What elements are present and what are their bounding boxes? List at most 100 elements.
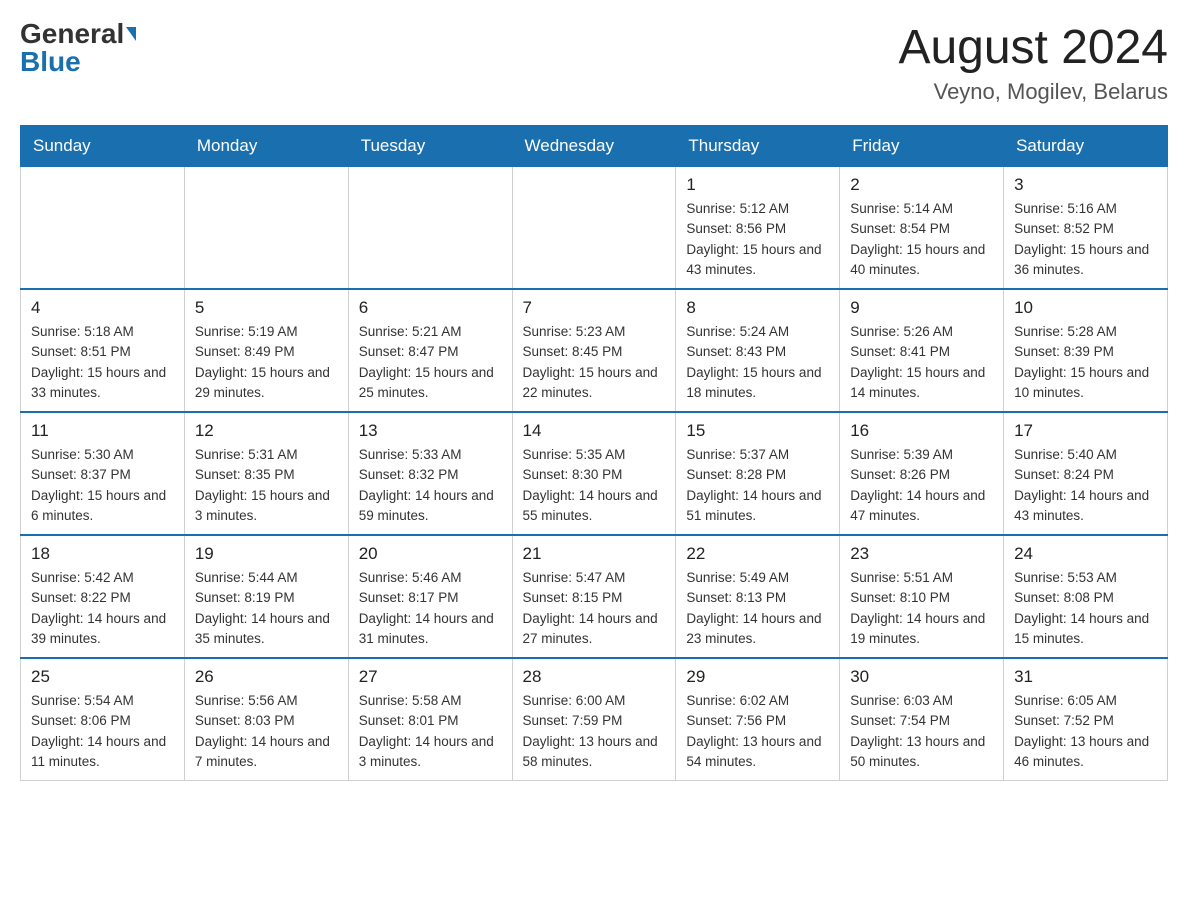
table-row (21, 167, 185, 290)
header-monday: Monday (184, 126, 348, 167)
day-info: Sunrise: 5:23 AMSunset: 8:45 PMDaylight:… (523, 322, 666, 403)
day-info: Sunrise: 5:18 AMSunset: 8:51 PMDaylight:… (31, 322, 174, 403)
table-row: 9 Sunrise: 5:26 AMSunset: 8:41 PMDaylight… (840, 289, 1004, 412)
day-info: Sunrise: 5:28 AMSunset: 8:39 PMDaylight:… (1014, 322, 1157, 403)
day-info: Sunrise: 5:54 AMSunset: 8:06 PMDaylight:… (31, 691, 174, 772)
table-row: 4 Sunrise: 5:18 AMSunset: 8:51 PMDaylight… (21, 289, 185, 412)
day-number: 21 (523, 544, 666, 564)
calendar-subtitle: Veyno, Mogilev, Belarus (898, 79, 1168, 105)
table-row: 2 Sunrise: 5:14 AMSunset: 8:54 PMDaylight… (840, 167, 1004, 290)
table-row (184, 167, 348, 290)
table-row: 26 Sunrise: 5:56 AMSunset: 8:03 PMDayligh… (184, 658, 348, 781)
table-row: 3 Sunrise: 5:16 AMSunset: 8:52 PMDaylight… (1004, 167, 1168, 290)
day-info: Sunrise: 5:21 AMSunset: 8:47 PMDaylight:… (359, 322, 502, 403)
table-row: 1 Sunrise: 5:12 AMSunset: 8:56 PMDaylight… (676, 167, 840, 290)
title-block: August 2024 Veyno, Mogilev, Belarus (898, 20, 1168, 105)
day-number: 24 (1014, 544, 1157, 564)
table-row: 23Sunrise: 5:51 AMSunset: 8:10 PMDayligh… (840, 535, 1004, 658)
table-row: 25 Sunrise: 5:54 AMSunset: 8:06 PMDayligh… (21, 658, 185, 781)
day-number: 13 (359, 421, 502, 441)
day-info: Sunrise: 5:35 AMSunset: 8:30 PMDaylight:… (523, 445, 666, 526)
table-row: 13 Sunrise: 5:33 AMSunset: 8:32 PMDayligh… (348, 412, 512, 535)
table-row: 6 Sunrise: 5:21 AMSunset: 8:47 PMDaylight… (348, 289, 512, 412)
page-header: General Blue August 2024 Veyno, Mogilev,… (20, 20, 1168, 105)
calendar-week-row: 18 Sunrise: 5:42 AMSunset: 8:22 PMDayligh… (21, 535, 1168, 658)
day-info: Sunrise: 5:14 AMSunset: 8:54 PMDaylight:… (850, 199, 993, 280)
day-number: 3 (1014, 175, 1157, 195)
day-info: Sunrise: 5:37 AMSunset: 8:28 PMDaylight:… (686, 445, 829, 526)
calendar-week-row: 25 Sunrise: 5:54 AMSunset: 8:06 PMDayligh… (21, 658, 1168, 781)
day-info: Sunrise: 5:58 AMSunset: 8:01 PMDaylight:… (359, 691, 502, 772)
header-thursday: Thursday (676, 126, 840, 167)
day-number: 17 (1014, 421, 1157, 441)
day-info: Sunrise: 5:33 AMSunset: 8:32 PMDaylight:… (359, 445, 502, 526)
day-number: 9 (850, 298, 993, 318)
day-number: 27 (359, 667, 502, 687)
table-row: 15Sunrise: 5:37 AMSunset: 8:28 PMDayligh… (676, 412, 840, 535)
day-info: Sunrise: 5:53 AMSunset: 8:08 PMDaylight:… (1014, 568, 1157, 649)
day-number: 12 (195, 421, 338, 441)
day-number: 25 (31, 667, 174, 687)
table-row: 30Sunrise: 6:03 AMSunset: 7:54 PMDayligh… (840, 658, 1004, 781)
table-row: 17 Sunrise: 5:40 AMSunset: 8:24 PMDayligh… (1004, 412, 1168, 535)
day-number: 30 (850, 667, 993, 687)
day-info: Sunrise: 5:26 AMSunset: 8:41 PMDaylight:… (850, 322, 993, 403)
table-row: 20Sunrise: 5:46 AMSunset: 8:17 PMDayligh… (348, 535, 512, 658)
day-number: 19 (195, 544, 338, 564)
table-row: 19 Sunrise: 5:44 AMSunset: 8:19 PMDayligh… (184, 535, 348, 658)
day-number: 16 (850, 421, 993, 441)
table-row: 10Sunrise: 5:28 AMSunset: 8:39 PMDayligh… (1004, 289, 1168, 412)
day-info: Sunrise: 5:42 AMSunset: 8:22 PMDaylight:… (31, 568, 174, 649)
day-number: 11 (31, 421, 174, 441)
table-row: 24 Sunrise: 5:53 AMSunset: 8:08 PMDayligh… (1004, 535, 1168, 658)
calendar-week-row: 11Sunrise: 5:30 AMSunset: 8:37 PMDayligh… (21, 412, 1168, 535)
day-info: Sunrise: 5:16 AMSunset: 8:52 PMDaylight:… (1014, 199, 1157, 280)
day-info: Sunrise: 6:05 AMSunset: 7:52 PMDaylight:… (1014, 691, 1157, 772)
table-row (512, 167, 676, 290)
logo: General Blue (20, 20, 136, 76)
header-tuesday: Tuesday (348, 126, 512, 167)
calendar-table: Sunday Monday Tuesday Wednesday Thursday… (20, 125, 1168, 781)
table-row: 8Sunrise: 5:24 AMSunset: 8:43 PMDaylight… (676, 289, 840, 412)
logo-general-text: General (20, 20, 124, 48)
table-row: 11Sunrise: 5:30 AMSunset: 8:37 PMDayligh… (21, 412, 185, 535)
day-number: 4 (31, 298, 174, 318)
day-info: Sunrise: 5:12 AMSunset: 8:56 PMDaylight:… (686, 199, 829, 280)
logo-triangle-icon (126, 27, 136, 41)
header-wednesday: Wednesday (512, 126, 676, 167)
day-info: Sunrise: 5:40 AMSunset: 8:24 PMDaylight:… (1014, 445, 1157, 526)
day-number: 20 (359, 544, 502, 564)
day-info: Sunrise: 5:44 AMSunset: 8:19 PMDaylight:… (195, 568, 338, 649)
day-number: 6 (359, 298, 502, 318)
table-row: 14Sunrise: 5:35 AMSunset: 8:30 PMDayligh… (512, 412, 676, 535)
day-number: 31 (1014, 667, 1157, 687)
logo-blue-text: Blue (20, 48, 81, 76)
day-info: Sunrise: 5:19 AMSunset: 8:49 PMDaylight:… (195, 322, 338, 403)
day-number: 2 (850, 175, 993, 195)
table-row (348, 167, 512, 290)
day-number: 26 (195, 667, 338, 687)
table-row: 18 Sunrise: 5:42 AMSunset: 8:22 PMDayligh… (21, 535, 185, 658)
calendar-title: August 2024 (898, 20, 1168, 75)
day-number: 5 (195, 298, 338, 318)
day-number: 22 (686, 544, 829, 564)
day-info: Sunrise: 5:49 AMSunset: 8:13 PMDaylight:… (686, 568, 829, 649)
day-info: Sunrise: 5:51 AMSunset: 8:10 PMDaylight:… (850, 568, 993, 649)
day-number: 29 (686, 667, 829, 687)
table-row: 22 Sunrise: 5:49 AMSunset: 8:13 PMDayligh… (676, 535, 840, 658)
day-number: 7 (523, 298, 666, 318)
header-friday: Friday (840, 126, 1004, 167)
table-row: 7 Sunrise: 5:23 AMSunset: 8:45 PMDaylight… (512, 289, 676, 412)
table-row: 27 Sunrise: 5:58 AMSunset: 8:01 PMDayligh… (348, 658, 512, 781)
day-number: 1 (686, 175, 829, 195)
day-info: Sunrise: 5:47 AMSunset: 8:15 PMDaylight:… (523, 568, 666, 649)
day-number: 28 (523, 667, 666, 687)
day-number: 18 (31, 544, 174, 564)
table-row: 21 Sunrise: 5:47 AMSunset: 8:15 PMDayligh… (512, 535, 676, 658)
header-sunday: Sunday (21, 126, 185, 167)
table-row: 12 Sunrise: 5:31 AMSunset: 8:35 PMDayligh… (184, 412, 348, 535)
table-row: 5 Sunrise: 5:19 AMSunset: 8:49 PMDaylight… (184, 289, 348, 412)
table-row: 28Sunrise: 6:00 AMSunset: 7:59 PMDayligh… (512, 658, 676, 781)
day-info: Sunrise: 5:31 AMSunset: 8:35 PMDaylight:… (195, 445, 338, 526)
day-info: Sunrise: 5:56 AMSunset: 8:03 PMDaylight:… (195, 691, 338, 772)
